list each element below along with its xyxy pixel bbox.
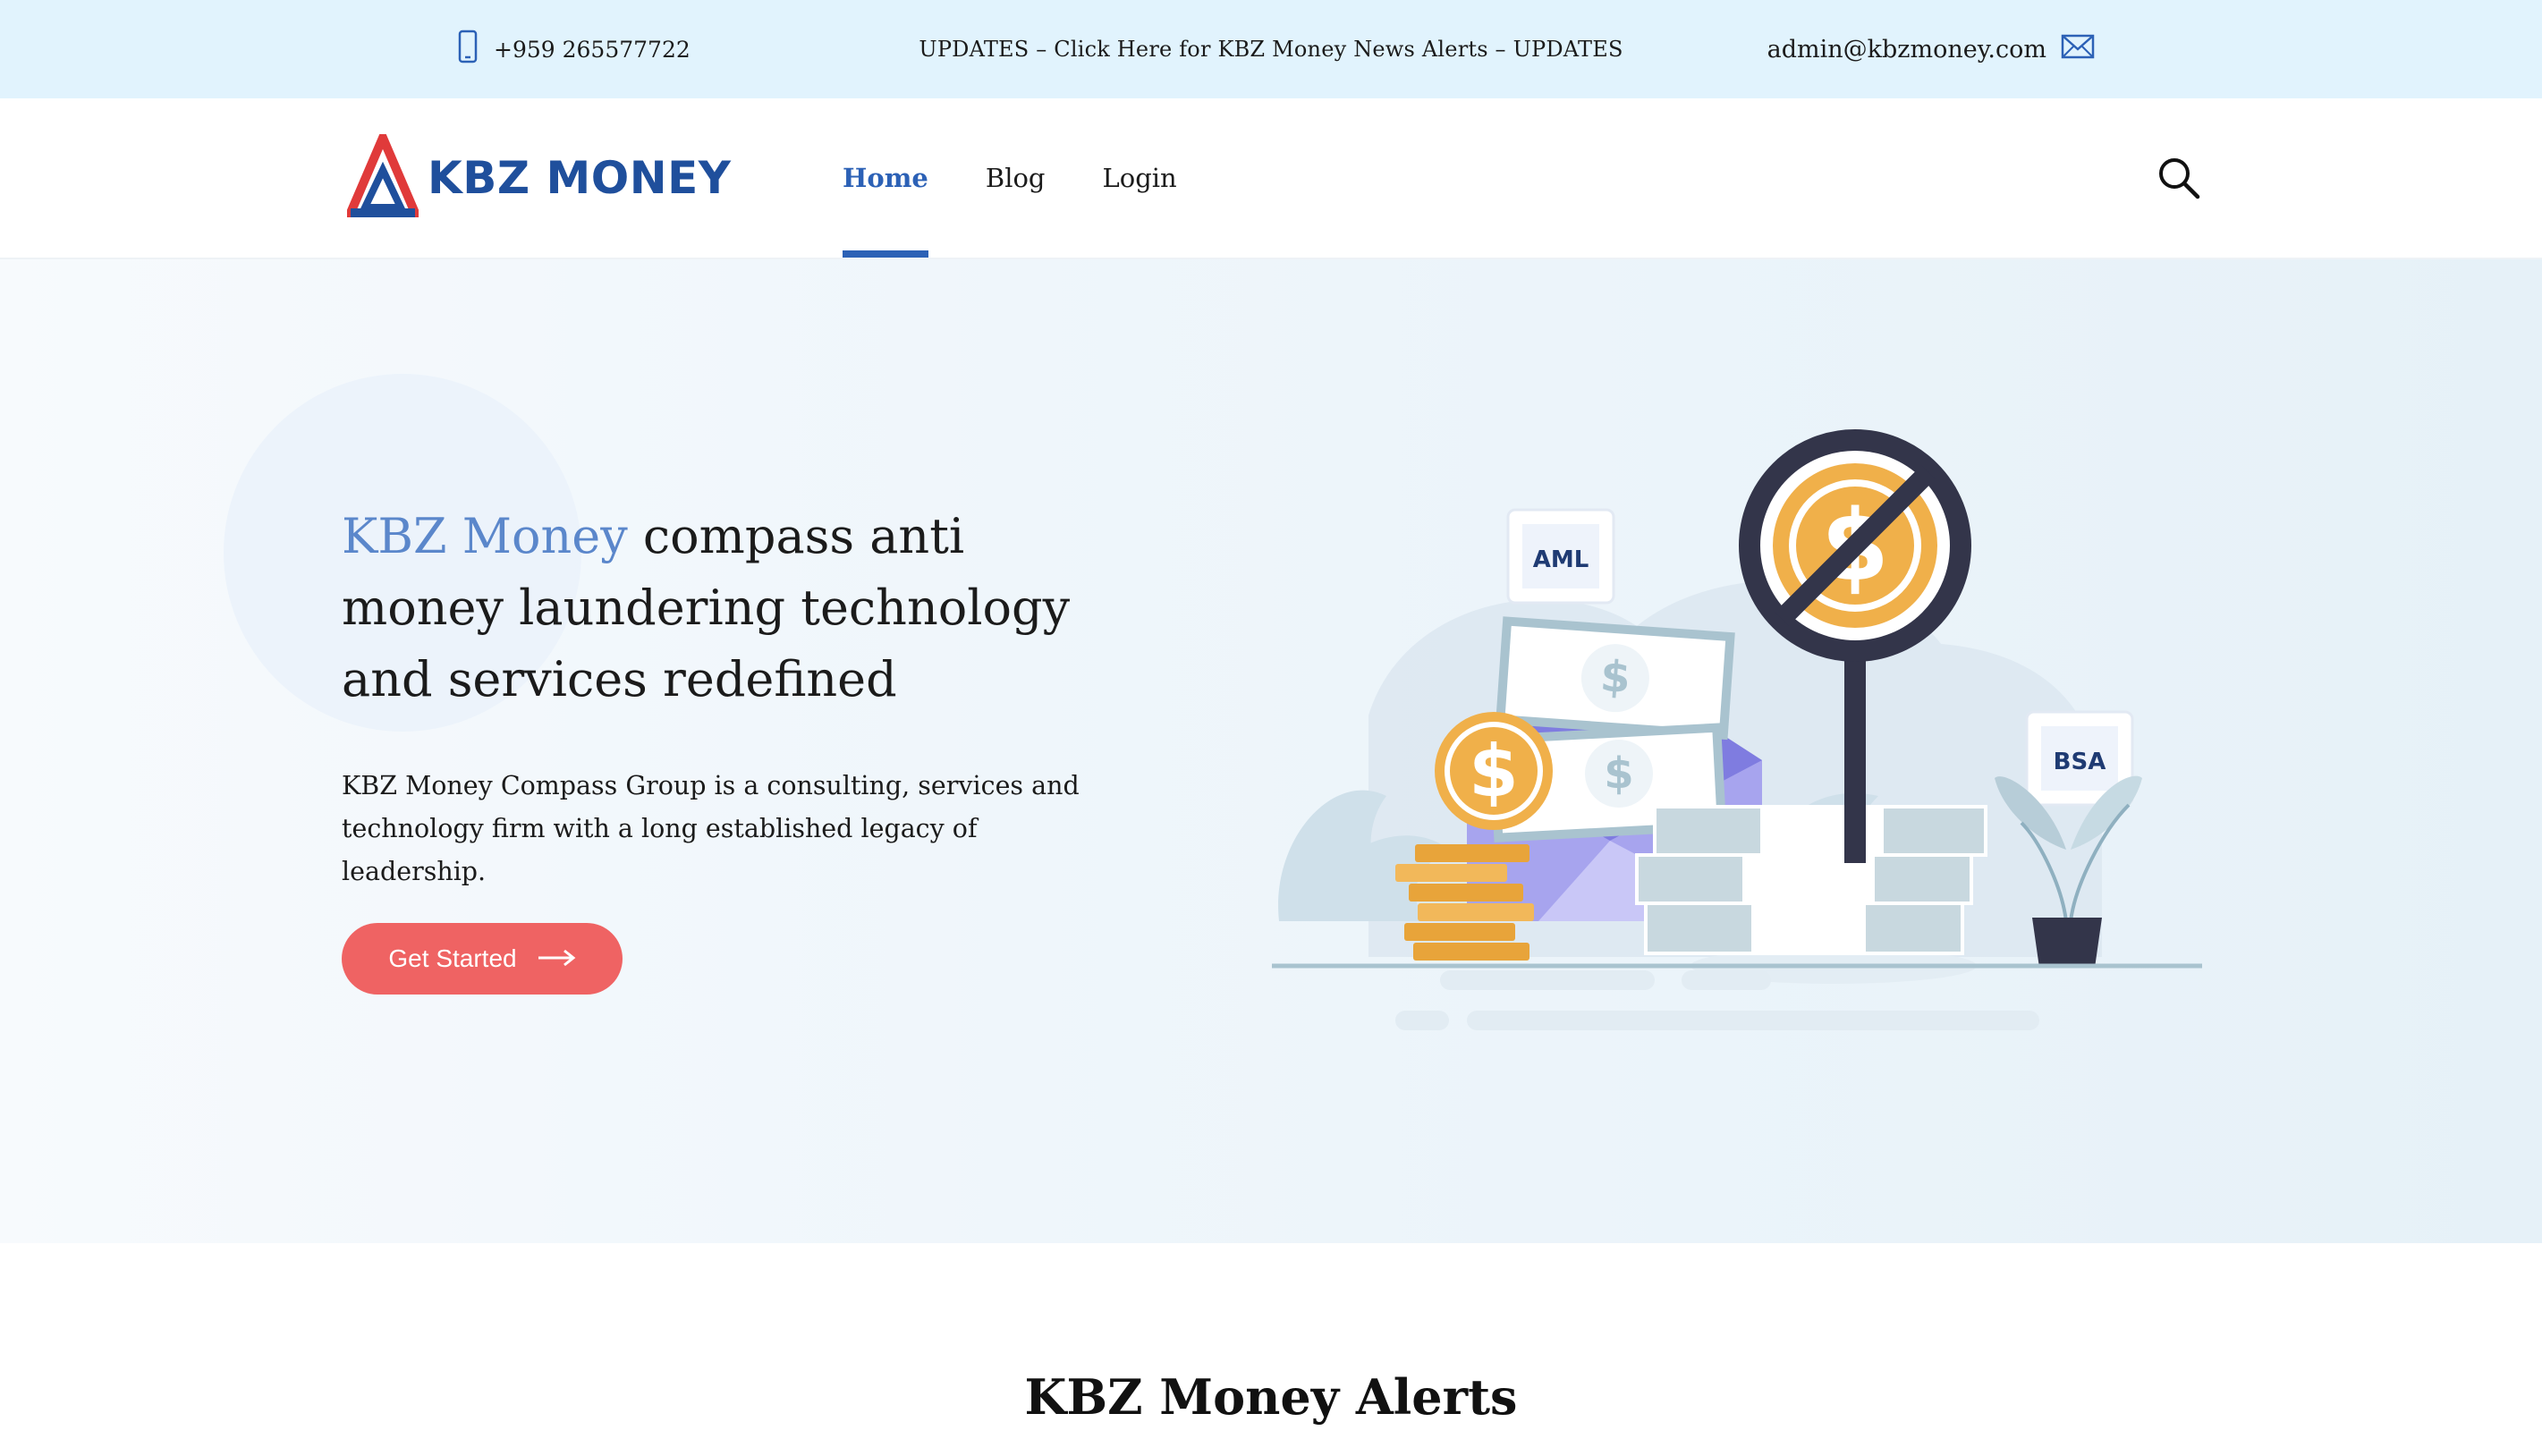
aml-illustration: $ $ $ AML BSA <box>1272 429 2202 1030</box>
nav-item-login[interactable]: Login <box>1103 98 1177 258</box>
search-icon <box>2156 158 2202 205</box>
bsa-badge-text: BSA <box>2054 749 2106 775</box>
svg-text:$: $ <box>1604 749 1633 799</box>
aml-badge: AML <box>1506 508 1615 605</box>
main-header: KBZ MONEY Home Blog Login <box>0 98 2542 259</box>
logo-triangle-icon <box>343 126 422 222</box>
floor-shadows <box>1395 970 2039 1030</box>
arrow-right-icon <box>537 944 576 973</box>
logo-text: KBZ MONEY <box>428 152 732 204</box>
cash-bricks <box>1635 805 1987 955</box>
aml-badge-text: AML <box>1533 546 1589 573</box>
svg-text:$: $ <box>1598 651 1631 703</box>
get-started-label: Get Started <box>388 944 517 972</box>
alerts-section-title: KBZ Money Alerts <box>1024 1368 1518 1426</box>
main-nav: Home Blog Login <box>843 98 1177 258</box>
hero-title: KBZ Money compass anti money laundering … <box>342 501 1129 715</box>
site-logo[interactable]: KBZ MONEY <box>343 126 732 222</box>
svg-text:$: $ <box>1469 730 1519 813</box>
top-bar: +959 265577722 UPDATES – Click Here for … <box>0 0 2542 98</box>
get-started-button[interactable]: Get Started <box>342 923 623 995</box>
hero-description: KBZ Money Compass Group is a consulting,… <box>342 771 1080 886</box>
email-address: admin@kbzmoney.com <box>1767 35 2046 63</box>
dollar-coin-icon: $ <box>1435 712 1553 830</box>
updates-link[interactable]: UPDATES – Click Here for KBZ Money News … <box>919 37 1623 62</box>
nav-item-home[interactable]: Home <box>843 98 928 258</box>
email-contact[interactable]: admin@kbzmoney.com <box>1767 29 2095 70</box>
hero-title-brand: KBZ Money <box>342 508 628 564</box>
nav-item-blog[interactable]: Blog <box>986 98 1046 258</box>
mail-icon <box>2061 33 2095 66</box>
hero-section: KBZ Money compass anti money laundering … <box>0 259 2542 1243</box>
search-button[interactable] <box>2156 155 2202 201</box>
